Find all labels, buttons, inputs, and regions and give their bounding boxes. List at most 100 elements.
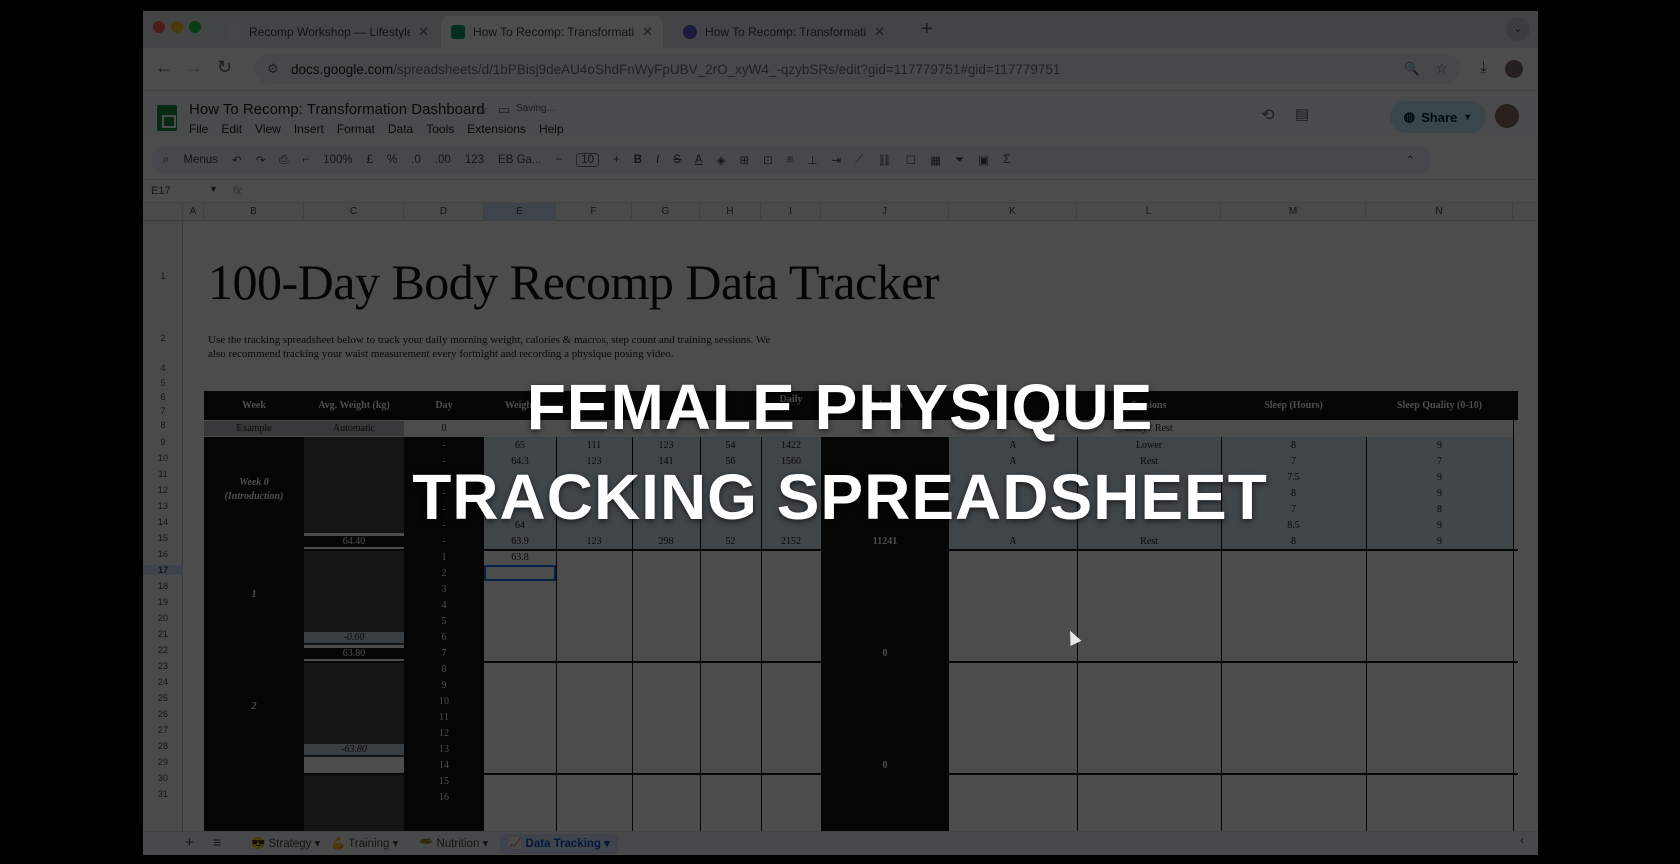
site-info-icon[interactable]: ⚙ — [267, 61, 279, 77]
number-format-button[interactable]: 123 — [465, 154, 484, 166]
row-header[interactable]: 31 — [143, 789, 183, 799]
column-header[interactable]: F — [556, 203, 632, 221]
day-cell[interactable]: 16 — [404, 792, 484, 803]
row-header[interactable]: 24 — [143, 677, 183, 687]
sheets-logo-icon[interactable] — [157, 105, 177, 131]
day-cell[interactable]: 11 — [404, 712, 484, 723]
column-header[interactable]: J — [821, 203, 949, 221]
redo-icon[interactable]: ↷ — [256, 153, 266, 167]
minimize-window-button[interactable] — [171, 21, 183, 33]
row-header[interactable]: 19 — [143, 597, 183, 607]
day-cell[interactable]: 15 — [404, 776, 484, 787]
column-header[interactable]: I — [761, 203, 821, 221]
day-cell[interactable]: 1 — [404, 552, 484, 563]
day-cell[interactable]: 9 — [404, 680, 484, 691]
menu-view[interactable]: View — [255, 122, 281, 136]
browser-tab-1[interactable]: Recomp Workshop — Lifestyle ✕ — [217, 16, 439, 48]
strikethrough-icon[interactable]: S — [673, 154, 681, 166]
paint-format-icon[interactable]: ⌐ — [302, 154, 309, 166]
browser-tab-3[interactable]: How To Recomp: Transformation ✕ — [673, 16, 895, 48]
text-wrap-icon[interactable]: ⇥ — [831, 153, 841, 167]
day-cell[interactable]: 13 — [404, 744, 484, 755]
menus-search[interactable]: Menus — [183, 154, 218, 166]
row-header[interactable]: 30 — [143, 773, 183, 783]
day-cell[interactable]: 7 — [404, 648, 484, 659]
text-rotation-icon[interactable]: ⟋ — [855, 154, 863, 167]
name-box-chevron-icon[interactable]: ▼ — [209, 184, 218, 194]
filter-icon[interactable]: ⏷ — [955, 154, 964, 167]
percent-format-button[interactable]: % — [387, 154, 397, 166]
insert-link-icon[interactable]: ⛓ — [877, 153, 892, 167]
sheet-tab-nutrition[interactable]: 🥗 Nutrition ▾ — [411, 834, 496, 854]
menu-tools[interactable]: Tools — [426, 122, 454, 136]
day-cell[interactable]: 12 — [404, 728, 484, 739]
menu-data[interactable]: Data — [388, 122, 413, 136]
column-header[interactable]: C — [304, 203, 404, 221]
browser-menu-icon[interactable]: ⋮ — [1535, 59, 1538, 79]
row-header[interactable]: 23 — [143, 661, 183, 671]
select-all-corner[interactable] — [143, 203, 183, 221]
day-cell[interactable]: 3 — [404, 584, 484, 595]
scroll-tabs-chevron-icon[interactable]: ‹ — [1520, 835, 1524, 847]
menu-format[interactable]: Format — [337, 122, 375, 136]
back-arrow-icon[interactable]: ← — [155, 57, 173, 78]
menu-extensions[interactable]: Extensions — [467, 122, 526, 136]
bookmark-star-icon[interactable]: ☆ — [1435, 60, 1448, 77]
row-header[interactable]: 21 — [143, 629, 183, 639]
column-header[interactable]: E — [484, 203, 556, 221]
day-cell[interactable]: 6 — [404, 632, 484, 643]
row-header[interactable]: 29 — [143, 757, 183, 767]
row-header[interactable]: 22 — [143, 645, 183, 655]
column-header[interactable]: K — [949, 203, 1077, 221]
row-header[interactable]: 27 — [143, 725, 183, 735]
day-cell[interactable]: 4 — [404, 600, 484, 611]
borders-icon[interactable]: ⊞ — [739, 153, 749, 167]
column-header[interactable]: L — [1077, 203, 1221, 221]
tab-search-chevron-icon[interactable]: ⌄ — [1506, 17, 1530, 41]
fill-color-icon[interactable]: ◈ — [717, 153, 726, 167]
week1-steps-total[interactable]: 0 — [821, 648, 949, 659]
browser-tab-2[interactable]: How To Recomp: Transformation ✕ — [441, 16, 663, 48]
document-title[interactable]: How To Recomp: Transformation Dashboard — [189, 101, 485, 118]
filter-views-icon[interactable]: ▣ — [978, 153, 989, 167]
column-header[interactable]: M — [1221, 203, 1366, 221]
day-cell[interactable]: 5 — [404, 616, 484, 627]
row-header[interactable]: 28 — [143, 741, 183, 751]
selected-cell-e17[interactable] — [484, 565, 556, 581]
star-icon[interactable]: ☆ — [477, 102, 489, 118]
account-avatar[interactable] — [1495, 104, 1519, 128]
insert-chart-icon[interactable]: ▦ — [930, 153, 941, 167]
profile-avatar-icon[interactable] — [1505, 60, 1523, 78]
functions-icon[interactable]: Σ — [1003, 154, 1010, 166]
vertical-align-icon[interactable]: ⊥ — [807, 153, 817, 167]
menu-insert[interactable]: Insert — [294, 122, 324, 136]
font-size-decrease-icon[interactable]: − — [556, 154, 563, 166]
download-icon[interactable]: ⤓ — [1480, 59, 1487, 77]
day-cell[interactable]: 10 — [404, 696, 484, 707]
close-tab-icon[interactable]: ✕ — [642, 24, 653, 40]
move-folder-icon[interactable]: ▭ — [498, 102, 510, 118]
week2-steps-total[interactable]: 0 — [821, 760, 949, 771]
menu-file[interactable]: File — [189, 122, 208, 136]
menu-edit[interactable]: Edit — [221, 122, 242, 136]
font-select[interactable]: EB Ga... — [498, 154, 541, 166]
sheet-tab-training[interactable]: 💪 Training ▾ — [323, 834, 406, 854]
comments-icon[interactable]: ▤ — [1295, 105, 1309, 123]
sheet-tab-data-tracking[interactable]: 📈 Data Tracking ▾ — [500, 834, 618, 854]
zoom-select[interactable]: 100% — [323, 154, 352, 166]
name-box[interactable]: E17 — [151, 185, 171, 197]
share-button[interactable]: ◍ Share ▼ — [1390, 101, 1486, 133]
day-cell[interactable]: 2 — [404, 568, 484, 579]
day-cell[interactable]: 14 — [404, 760, 484, 771]
add-sheet-icon[interactable]: + — [185, 834, 194, 851]
column-header[interactable]: G — [632, 203, 700, 221]
day-cell[interactable]: 8 — [404, 664, 484, 675]
increase-decimal-button[interactable]: .00 — [435, 154, 451, 166]
column-header[interactable]: H — [700, 203, 761, 221]
week1-avg-value[interactable]: 63.80 — [304, 648, 404, 659]
week1-change-value[interactable]: -0.60 — [304, 632, 404, 643]
horizontal-align-icon[interactable]: ≡ — [787, 154, 794, 166]
column-header[interactable]: A — [183, 203, 204, 221]
week2-change-value[interactable]: -63.80 — [304, 744, 404, 755]
search-icon[interactable]: ⌕ — [163, 154, 169, 167]
